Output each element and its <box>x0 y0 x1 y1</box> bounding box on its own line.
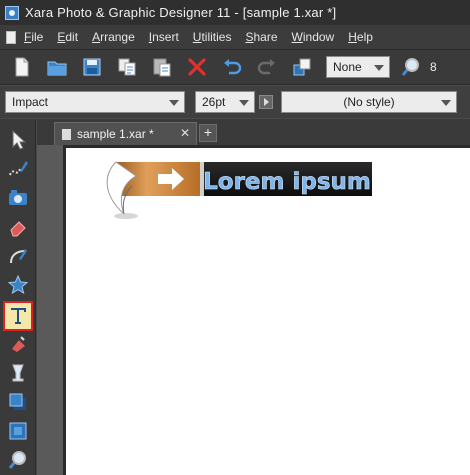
photo-tool-icon[interactable] <box>5 185 31 211</box>
banner-graphic[interactable]: Lorem ipsum <box>96 154 375 224</box>
zoom-tool-icon[interactable] <box>5 447 31 473</box>
delete-icon[interactable] <box>184 54 210 80</box>
menu-utilities[interactable]: Utilities <box>193 30 232 44</box>
close-icon[interactable]: ✕ <box>180 126 190 140</box>
menu-share[interactable]: Share <box>245 30 277 44</box>
title-bar: Xara Photo & Graphic Designer 11 - [samp… <box>0 0 470 25</box>
menu-insert[interactable]: Insert <box>149 30 179 44</box>
eraser-tool-icon[interactable] <box>5 214 31 240</box>
document-icon[interactable] <box>6 30 16 44</box>
menu-window[interactable]: Window <box>292 30 335 44</box>
freehand-tool-icon[interactable] <box>5 156 31 182</box>
app-window: Xara Photo & Graphic Designer 11 - [samp… <box>0 0 470 475</box>
save-icon[interactable] <box>79 54 105 80</box>
text-property-bar: Impact 26pt (No style) <box>0 86 470 118</box>
chevron-down-icon <box>239 100 249 106</box>
tab-sample-1[interactable]: sample 1.xar * ✕ <box>54 122 197 145</box>
redo-icon[interactable] <box>254 54 280 80</box>
font-size-select[interactable]: 26pt <box>195 91 255 113</box>
menu-bar: File Edit Arrange Insert Utilities Share… <box>0 25 470 49</box>
document-icon <box>62 128 71 140</box>
paste-icon[interactable] <box>149 54 175 80</box>
new-document-icon[interactable] <box>9 54 35 80</box>
document-tab-strip: sample 1.xar * ✕ + <box>37 119 470 145</box>
expand-button[interactable] <box>259 95 273 109</box>
zoom-value: 8 <box>430 60 437 74</box>
main-toolbar: None 8 <box>0 49 470 85</box>
shadow-tool-icon[interactable] <box>5 389 31 415</box>
new-tab-button[interactable]: + <box>199 124 217 142</box>
window-title: Xara Photo & Graphic Designer 11 - [samp… <box>25 5 337 20</box>
undo-icon[interactable] <box>219 54 245 80</box>
menu-help[interactable]: Help <box>348 30 373 44</box>
star-tool-icon[interactable] <box>5 272 31 298</box>
chevron-down-icon <box>374 65 384 71</box>
selector-tool-icon[interactable] <box>5 127 31 153</box>
zoom-select[interactable]: None <box>326 56 390 78</box>
zoom-icon[interactable] <box>398 54 424 80</box>
fill-tool-icon[interactable] <box>5 331 31 357</box>
menu-file[interactable]: File <box>24 30 43 44</box>
arrange-icon[interactable] <box>289 54 315 80</box>
transparency-tool-icon[interactable] <box>5 360 31 386</box>
open-folder-icon[interactable] <box>44 54 70 80</box>
banner-text: Lorem ipsum <box>203 169 371 195</box>
font-select[interactable]: Impact <box>5 91 185 113</box>
toolbox <box>0 119 36 475</box>
tab-label: sample 1.xar * <box>77 127 154 141</box>
app-icon <box>5 5 19 20</box>
menu-arrange[interactable]: Arrange <box>92 30 135 44</box>
chevron-down-icon <box>169 100 179 106</box>
bevel-tool-icon[interactable] <box>5 418 31 444</box>
menu-edit[interactable]: Edit <box>57 30 78 44</box>
copy-icon[interactable] <box>114 54 140 80</box>
chevron-down-icon <box>441 100 451 106</box>
text-tool-icon[interactable] <box>3 301 33 331</box>
shape-editor-tool-icon[interactable] <box>5 243 31 269</box>
text-style-select[interactable]: (No style) <box>281 91 457 113</box>
